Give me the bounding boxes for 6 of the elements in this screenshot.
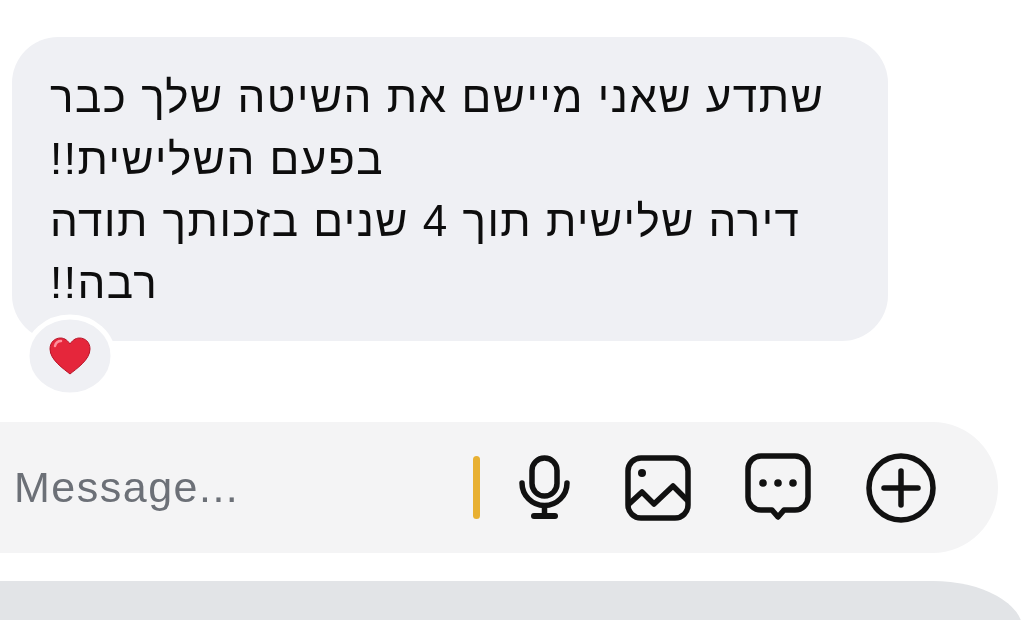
message-bubble: שתדע שאני מיישם את השיטה שלך כבר בפעם השלישית!! דירה שלישית תוך 4 שנים בזכותך תודה רבה!! xyxy=(12,37,888,341)
image-icon[interactable] xyxy=(625,454,691,521)
add-icon[interactable] xyxy=(865,451,937,524)
message-input[interactable]: Message... xyxy=(0,455,463,520)
chat-bubble-icon[interactable] xyxy=(745,452,811,523)
microphone-icon[interactable] xyxy=(518,455,571,520)
